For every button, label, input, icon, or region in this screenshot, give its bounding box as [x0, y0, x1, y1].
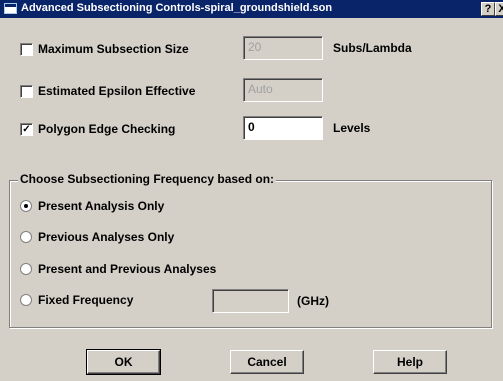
radio-present-only[interactable]: Present Analysis Only [20, 198, 164, 214]
polygon-edge-label: Polygon Edge Checking [38, 122, 176, 136]
max-subsection-input: 20 [243, 36, 323, 60]
frequency-group-legend: Choose Subsectioning Frequency based on: [18, 172, 277, 186]
window-title: Advanced Subsectioning Controls-spiral_g… [21, 2, 333, 14]
radio-button-selected[interactable] [20, 200, 32, 212]
fixed-frequency-input [212, 289, 289, 313]
radio-label: Present and Previous Analyses [38, 262, 217, 276]
help-title-button[interactable]: ? [481, 2, 495, 16]
max-subsection-unit: Subs/Lambda [333, 41, 412, 55]
fixed-frequency-unit: (GHz) [297, 294, 329, 308]
radio-label: Present Analysis Only [38, 199, 165, 213]
radio-fixed-frequency[interactable]: Fixed Frequency [20, 292, 133, 308]
polygon-edge-checkbox[interactable]: ✓ [20, 122, 33, 136]
radio-button[interactable] [20, 294, 32, 306]
title-bar: Advanced Subsectioning Controls-spiral_g… [0, 0, 503, 18]
radio-label: Fixed Frequency [38, 293, 134, 307]
max-subsection-label: Maximum Subsection Size [38, 42, 189, 56]
eps-effective-input: Auto [243, 78, 323, 102]
radio-present-and-previous[interactable]: Present and Previous Analyses [20, 261, 216, 277]
max-subsection-checkbox[interactable] [20, 42, 33, 56]
close-button[interactable]: X [495, 2, 503, 16]
radio-previous-only[interactable]: Previous Analyses Only [20, 229, 174, 245]
eps-effective-row[interactable]: Estimated Epsilon Effective [20, 82, 195, 100]
cancel-button[interactable]: Cancel [230, 350, 304, 374]
radio-button[interactable] [20, 231, 32, 243]
eps-effective-checkbox[interactable] [20, 84, 33, 98]
help-button[interactable]: Help [373, 350, 447, 374]
polygon-edge-row[interactable]: ✓ Polygon Edge Checking [20, 120, 175, 138]
polygon-edge-unit: Levels [333, 121, 371, 135]
radio-button[interactable] [20, 263, 32, 275]
ok-button[interactable]: OK [86, 349, 161, 375]
polygon-edge-input[interactable]: 0 [243, 116, 323, 140]
eps-effective-label: Estimated Epsilon Effective [38, 84, 196, 98]
radio-label: Previous Analyses Only [38, 230, 175, 244]
max-subsection-row[interactable]: Maximum Subsection Size [20, 40, 189, 58]
window-icon [4, 3, 17, 14]
